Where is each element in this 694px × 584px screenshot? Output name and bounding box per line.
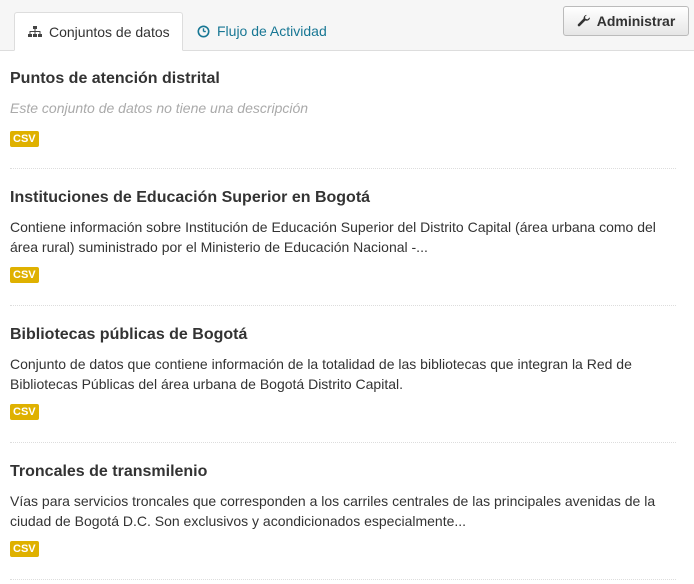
sitemap-icon xyxy=(28,25,42,38)
format-badge[interactable]: CSV xyxy=(10,404,39,420)
admin-button-label: Administrar xyxy=(596,13,676,29)
dataset-description: Este conjunto de datos no tiene una desc… xyxy=(10,100,309,116)
dataset-description: Conjunto de datos que contiene informaci… xyxy=(10,356,632,392)
wrench-icon xyxy=(577,14,591,28)
format-badge[interactable]: CSV xyxy=(10,267,39,283)
divider xyxy=(10,579,676,580)
dataset-title[interactable]: Bibliotecas públicas de Bogotá xyxy=(10,326,247,344)
format-badge[interactable]: CSV xyxy=(10,541,39,557)
admin-button[interactable]: Administrar xyxy=(563,6,689,36)
divider xyxy=(10,168,676,169)
dataset-description: Contiene información sobre Institución d… xyxy=(10,219,656,255)
divider xyxy=(10,305,676,306)
format-badge[interactable]: CSV xyxy=(10,131,39,147)
tab-datasets[interactable]: Conjuntos de datos xyxy=(14,12,183,51)
top-bar: Conjuntos de datos Flujo de Actividad Ad… xyxy=(0,0,694,51)
dataset-description: Vías para servicios troncales que corres… xyxy=(10,493,656,529)
dataset-title[interactable]: Troncales de transmilenio xyxy=(10,463,207,481)
dataset-title[interactable]: Instituciones de Educación Superior en B… xyxy=(10,189,370,207)
dataset-title[interactable]: Puntos de atención distrital xyxy=(10,70,220,88)
tab-datasets-label: Conjuntos de datos xyxy=(49,23,170,40)
divider xyxy=(10,442,676,443)
tab-activity-label: Flujo de Actividad xyxy=(217,23,327,39)
clock-icon xyxy=(197,25,210,38)
tab-activity[interactable]: Flujo de Actividad xyxy=(197,12,327,50)
